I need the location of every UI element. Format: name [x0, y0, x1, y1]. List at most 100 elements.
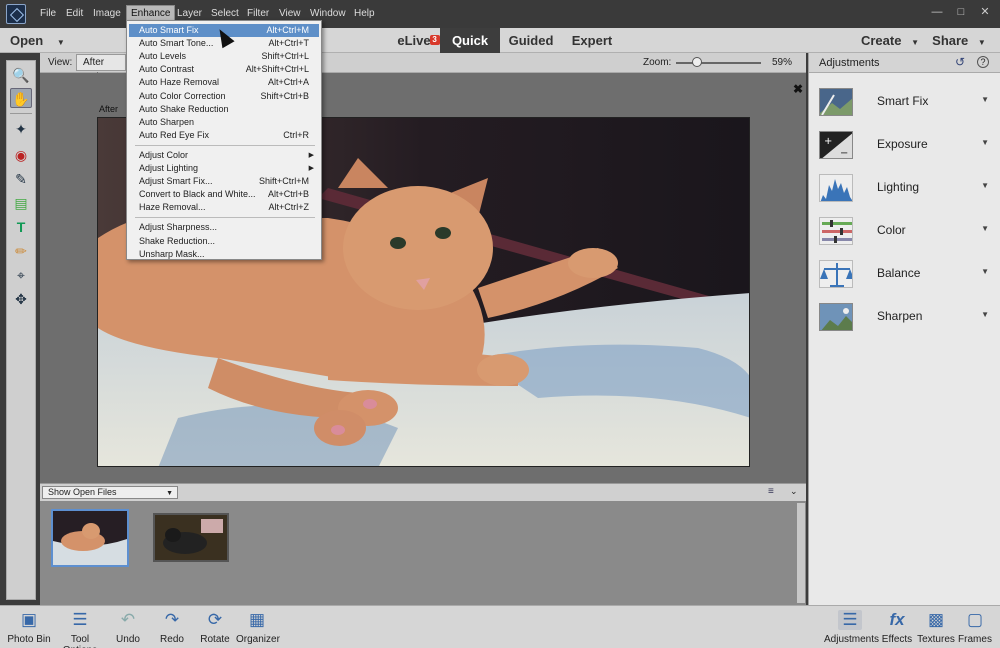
menu-file[interactable]: File [36, 6, 60, 22]
sharpen-icon [819, 303, 853, 331]
menu-image[interactable]: Image [89, 6, 125, 22]
menu-item-shortcut: Alt+Shift+Ctrl+L [245, 64, 309, 75]
collapse-bin-icon[interactable]: ⌄ [790, 486, 798, 497]
help-icon[interactable]: ? [977, 56, 989, 68]
bin-scrollbar[interactable] [797, 503, 805, 603]
hand-tool-icon[interactable]: ✋ [10, 88, 32, 108]
spot-healing-tool-icon[interactable]: ✏ [10, 241, 32, 261]
zoom-slider-track[interactable] [676, 62, 761, 64]
toolbar-divider [10, 113, 32, 114]
whiten-teeth-tool-icon[interactable]: ✎ [10, 169, 32, 189]
frames-button[interactable]: ▢ Frames [958, 606, 992, 648]
app-logo-icon [6, 4, 26, 24]
menu-item-label: Unsharp Mask... [139, 248, 205, 259]
thumbnail-cat-black[interactable] [153, 513, 229, 562]
menu-item-label: Auto Sharpen [139, 116, 195, 127]
menu-separator [135, 217, 315, 219]
tool-options-button[interactable]: ☰ Tool Options [54, 606, 106, 648]
zoom-slider-thumb[interactable] [692, 57, 703, 67]
svg-text:−: − [840, 148, 848, 159]
tab-expert[interactable]: Expert [562, 28, 622, 53]
enhance-menu-item[interactable]: Shake Reduction... [129, 235, 319, 248]
elive-tab[interactable]: eLive 3 [390, 28, 440, 53]
elive-label: eLive [397, 33, 431, 48]
bin-options-icon[interactable]: ≡ [768, 486, 774, 497]
menu-item-shortcut: Shift+Ctrl+B [260, 90, 309, 101]
sharpen-label: Sharpen [877, 309, 923, 323]
enhance-menu-item[interactable]: Adjust Color ▶ [129, 149, 319, 162]
photo-bin-icon: ▣ [20, 610, 38, 629]
enhance-menu-item[interactable]: Adjust Lighting ▶ [129, 162, 319, 175]
chevron-down-icon: ▼ [911, 38, 919, 47]
adjustment-smart-fix[interactable]: Smart Fix ▼ [809, 82, 1000, 122]
enhance-menu-item[interactable]: Auto Red Eye Fix Ctrl+R [129, 129, 319, 142]
photo-bin-button[interactable]: ▣ Photo Bin [6, 606, 52, 648]
chevron-down-icon: ▼ [981, 310, 989, 319]
adjustments-label: Adjustments [824, 634, 880, 645]
undo-button[interactable]: ↶ Undo [110, 606, 146, 648]
adjustments-button[interactable]: ☰ Adjustments [824, 606, 880, 648]
tab-quick[interactable]: Quick [440, 28, 500, 53]
create-button[interactable]: Create ▼ [858, 28, 922, 53]
enhance-menu-item[interactable]: Auto Sharpen [129, 116, 319, 129]
textures-button[interactable]: ▩ Textures [916, 606, 956, 648]
enhance-menu-item[interactable]: Adjust Smart Fix... Shift+Ctrl+M [129, 175, 319, 188]
quick-selection-tool-icon[interactable]: ✦ [10, 119, 32, 139]
create-label: Create [860, 33, 902, 48]
menu-item-label: Shake Reduction... [139, 235, 216, 246]
zoom-value: 59% [772, 57, 793, 68]
menu-help[interactable]: Help [350, 6, 379, 22]
move-tool-icon[interactable]: ✥ [10, 289, 32, 309]
menu-edit[interactable]: Edit [62, 6, 87, 22]
view-label: View: [48, 57, 73, 68]
svg-text:+: + [824, 136, 832, 147]
reset-panel-icon[interactable]: ↺ [955, 55, 965, 69]
photo-bin [40, 501, 806, 605]
crop-tool-icon[interactable]: ⌖ [10, 265, 32, 285]
chevron-down-icon: ▼ [166, 490, 173, 497]
enhance-menu-item[interactable]: Auto Haze Removal Alt+Ctrl+A [129, 76, 319, 89]
effects-button[interactable]: fx Effects [880, 606, 914, 648]
thumbnail-cat-orange[interactable] [51, 509, 129, 567]
menu-item-shortcut: Ctrl+R [283, 129, 309, 140]
adjustment-lighting[interactable]: Lighting ▼ [809, 168, 1000, 208]
maximize-icon[interactable]: □ [950, 4, 972, 20]
textures-icon: ▩ [927, 610, 945, 629]
share-button[interactable]: Share ▼ [928, 28, 990, 53]
enhance-menu-item[interactable]: Adjust Sharpness... [129, 221, 319, 234]
view-select[interactable]: After Only [76, 54, 126, 83]
open-button[interactable]: Open ▼ [10, 28, 74, 53]
redo-label: Redo [160, 634, 184, 645]
tab-guided[interactable]: Guided [502, 28, 560, 53]
enhance-menu-item[interactable]: Auto Shake Reduction [129, 103, 319, 116]
tools-panel: 🔍 ✋ ✦ ◉ ✎ ▤ T ✏ ⌖ ✥ [6, 60, 36, 600]
menu-item-label: Adjust Lighting [139, 163, 199, 173]
enhance-menu-item[interactable]: Auto Contrast Alt+Shift+Ctrl+L [129, 63, 319, 76]
rotate-button[interactable]: ⟳ Rotate [196, 606, 234, 648]
chevron-down-icon: ▼ [56, 38, 65, 47]
redo-button[interactable]: ↷ Redo [154, 606, 190, 648]
organizer-button[interactable]: ▦ Organizer [236, 606, 280, 648]
minimize-icon[interactable]: — [926, 4, 948, 20]
adjustment-sharpen[interactable]: Sharpen ▼ [809, 297, 1000, 337]
adjustment-color[interactable]: Color ▼ [809, 211, 1000, 251]
balance-scale-icon [819, 260, 853, 288]
close-image-icon[interactable]: ✖ [793, 82, 803, 96]
enhance-menu-item[interactable]: Unsharp Mask... [129, 248, 319, 261]
close-window-icon[interactable]: ✕ [974, 4, 996, 20]
enhance-menu-item[interactable]: Auto Color Correction Shift+Ctrl+B [129, 90, 319, 103]
enhance-menu-item[interactable]: Haze Removal... Alt+Ctrl+Z [129, 201, 319, 214]
adjustment-exposure[interactable]: + − Exposure ▼ [809, 125, 1000, 165]
after-label: After [99, 104, 119, 114]
straighten-tool-icon[interactable]: ▤ [10, 193, 32, 213]
type-tool-icon[interactable]: T [10, 217, 32, 237]
menu-item-label: Adjust Sharpness... [139, 222, 218, 233]
red-eye-tool-icon[interactable]: ◉ [10, 145, 32, 165]
enhance-menu-item[interactable]: Convert to Black and White... Alt+Ctrl+B [129, 188, 319, 201]
adjustment-balance[interactable]: Balance ▼ [809, 254, 1000, 294]
organizer-grid-icon: ▦ [248, 610, 266, 629]
enhance-menu-item[interactable]: Auto Levels Shift+Ctrl+L [129, 50, 319, 63]
color-sliders-icon [819, 217, 853, 245]
zoom-tool-icon[interactable]: 🔍 [10, 65, 32, 85]
show-open-files-select[interactable]: Show Open Files ▼ [42, 486, 178, 499]
